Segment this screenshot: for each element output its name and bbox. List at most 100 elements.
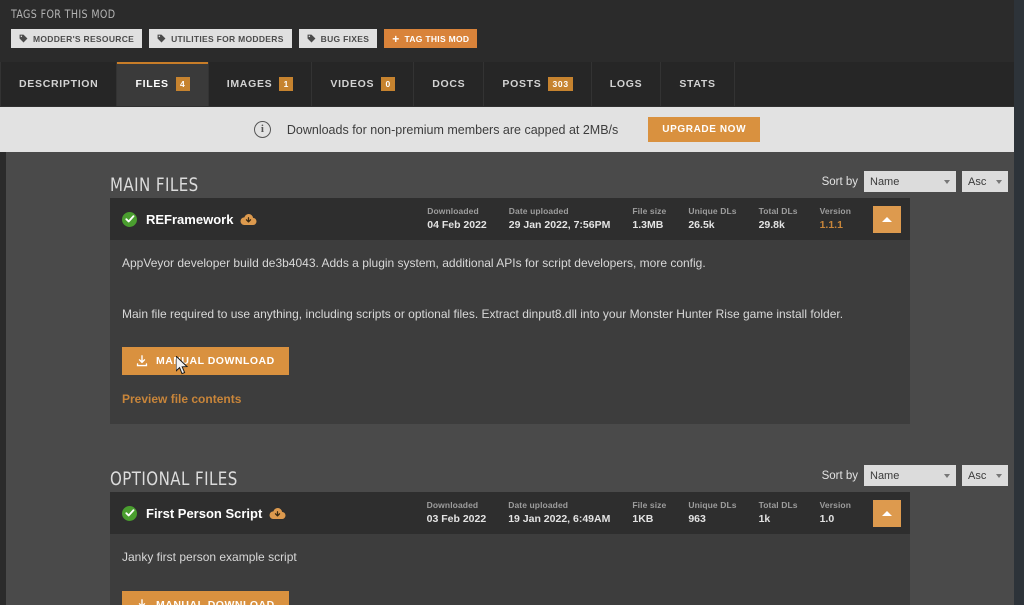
add-tag-button[interactable]: + TAG THIS MOD <box>384 29 478 48</box>
tab-description[interactable]: DESCRIPTION <box>0 62 118 106</box>
file-meta: File size 1KB <box>632 500 666 526</box>
tab-label: STATS <box>679 78 716 90</box>
tab-bar-spacer <box>735 62 1014 106</box>
file-meta-value: 1k <box>758 512 771 525</box>
sort-order-select[interactable]: Asc <box>962 465 1008 487</box>
tab-badge: 4 <box>175 76 190 92</box>
file-meta-value: 1.3MB <box>632 218 664 231</box>
chevron-up-icon <box>882 216 892 222</box>
file-meta-label: File size <box>632 206 667 217</box>
tab-label: FILES <box>135 78 169 90</box>
file-meta: Total DLs 29.8k <box>759 206 798 232</box>
mod-tag-label: UTILITIES FOR MODDERS <box>171 33 284 44</box>
file-meta: Downloaded 04 Feb 2022 <box>427 206 487 232</box>
mod-files-page: TAGS FOR THIS MOD MODDER'S RESOURCE UTILI… <box>0 0 1024 605</box>
tab-stats[interactable]: STATS <box>661 62 735 106</box>
tab-badge: 0 <box>381 76 396 92</box>
file-meta-value: 1.1.1 <box>819 218 843 231</box>
file-meta-label: Total DLs <box>758 500 798 511</box>
cloud-download-icon[interactable] <box>269 507 286 520</box>
file-meta-label: File size <box>632 500 667 511</box>
files-section: OPTIONAL FILES Sort by Name Asc First Person… <box>6 446 1014 605</box>
chevron-down-icon <box>944 179 950 184</box>
section-title: MAIN FILES <box>110 174 199 196</box>
manual-download-label: MANUAL DOWNLOAD <box>156 598 275 605</box>
file-meta: Downloaded 03 Feb 2022 <box>427 500 487 526</box>
file-meta-value: 03 Feb 2022 <box>426 512 487 525</box>
file-card-header: First Person Script Downloaded 03 Feb 2022… <box>110 492 910 535</box>
tab-label: VIDEOS <box>330 78 375 90</box>
mod-tag[interactable]: MODDER'S RESOURCE <box>11 29 143 48</box>
files-content-area: MAIN FILES Sort by Name Asc REFramework Downl… <box>0 152 1014 605</box>
tab-images[interactable]: IMAGES 1 <box>209 62 313 106</box>
info-icon: i <box>253 121 271 138</box>
file-meta-group: Downloaded 03 Feb 2022 Date uploaded 19 Jan… <box>427 500 873 526</box>
tags-section-title: TAGS FOR THIS MOD <box>11 7 116 21</box>
sort-by-label: Sort by <box>821 175 858 188</box>
tab-files[interactable]: FILES 4 <box>117 62 209 106</box>
sort-by-label: Sort by <box>821 469 858 482</box>
file-meta-label: Unique DLs <box>688 500 737 511</box>
sort-field-value: Name <box>870 469 900 482</box>
collapse-file-button[interactable] <box>873 499 901 527</box>
file-meta-label: Date uploaded <box>508 206 569 217</box>
file-card-body: AppVeyor developer build de3b4043. Adds … <box>110 240 910 424</box>
manual-download-button[interactable]: MANUAL DOWNLOAD <box>122 590 289 605</box>
mod-tag[interactable]: UTILITIES FOR MODDERS <box>149 29 292 48</box>
tags-section: TAGS FOR THIS MOD MODDER'S RESOURCE UTILI… <box>0 0 1014 62</box>
section-title: OPTIONAL FILES <box>110 468 238 491</box>
sort-controls: Sort by Name Asc <box>822 465 1008 492</box>
mod-tag-label: BUG FIXES <box>320 33 370 44</box>
file-meta-value: 19 Jan 2022, 6:49AM <box>508 512 611 525</box>
upgrade-now-button[interactable]: UPGRADE NOW <box>648 117 761 142</box>
file-meta: Date uploaded 29 Jan 2022, 7:56PM <box>509 206 611 232</box>
tag-icon <box>19 34 28 43</box>
sort-field-select[interactable]: Name <box>864 171 956 192</box>
file-description-secondary: Main file required to use anything, incl… <box>122 306 844 321</box>
mod-tag[interactable]: BUG FIXES <box>298 29 378 48</box>
check-circle-icon <box>122 505 137 521</box>
sort-field-select[interactable]: Name <box>864 465 956 487</box>
file-meta-label: Unique DLs <box>688 206 737 217</box>
sort-order-value: Asc <box>968 469 987 482</box>
manual-download-button[interactable]: MANUAL DOWNLOAD <box>122 347 289 376</box>
tab-docs[interactable]: DOCS <box>414 62 485 106</box>
collapse-file-button[interactable] <box>873 205 901 233</box>
sort-order-select[interactable]: Asc <box>962 171 1008 192</box>
plus-icon: + <box>392 31 400 46</box>
chevron-down-icon <box>996 179 1002 184</box>
file-card-body: Janky first person example script MANUAL … <box>110 534 910 605</box>
banner-text: Downloads for non-premium members are ca… <box>286 122 619 137</box>
file-meta: Unique DLs 963 <box>688 500 736 526</box>
file-meta-label: Total DLs <box>758 206 798 217</box>
file-meta: Date uploaded 19 Jan 2022, 6:49AM <box>508 500 610 526</box>
tag-icon <box>157 34 166 43</box>
file-description: Janky first person example script <box>122 550 297 565</box>
file-meta-label: Version <box>819 500 851 511</box>
tag-list: MODDER'S RESOURCE UTILITIES FOR MODDERS BU… <box>11 29 1014 48</box>
file-meta-value: 1KB <box>632 512 654 525</box>
manual-download-label: MANUAL DOWNLOAD <box>156 355 275 368</box>
chevron-down-icon <box>996 473 1002 478</box>
tab-label: LOGS <box>609 78 643 90</box>
file-meta: Total DLs 1k <box>759 500 798 526</box>
preview-file-contents-link[interactable]: Preview file contents <box>122 392 898 406</box>
mod-tag-label: MODDER'S RESOURCE <box>33 33 135 44</box>
add-tag-label: TAG THIS MOD <box>404 33 470 44</box>
file-card: First Person Script Downloaded 03 Feb 2022… <box>110 492 910 605</box>
file-meta: Version 1.0 <box>820 500 851 526</box>
file-meta-label: Downloaded <box>426 500 479 511</box>
section-header: MAIN FILES Sort by Name Asc <box>6 152 1014 198</box>
tab-posts[interactable]: POSTS 303 <box>484 62 592 106</box>
chevron-down-icon <box>944 473 950 478</box>
tab-videos[interactable]: VIDEOS 0 <box>312 62 415 106</box>
file-card-header: REFramework Downloaded 04 Feb 2022 Date upl… <box>110 198 910 240</box>
file-meta-value: 04 Feb 2022 <box>427 218 487 231</box>
tab-logs[interactable]: LOGS <box>592 62 662 106</box>
sort-field-value: Name <box>870 175 900 188</box>
tab-badge: 1 <box>279 76 294 92</box>
download-icon <box>138 598 146 605</box>
cloud-download-icon[interactable] <box>240 213 257 226</box>
tab-label: DESCRIPTION <box>19 78 99 90</box>
file-meta-value: 29 Jan 2022, 7:56PM <box>508 218 611 231</box>
